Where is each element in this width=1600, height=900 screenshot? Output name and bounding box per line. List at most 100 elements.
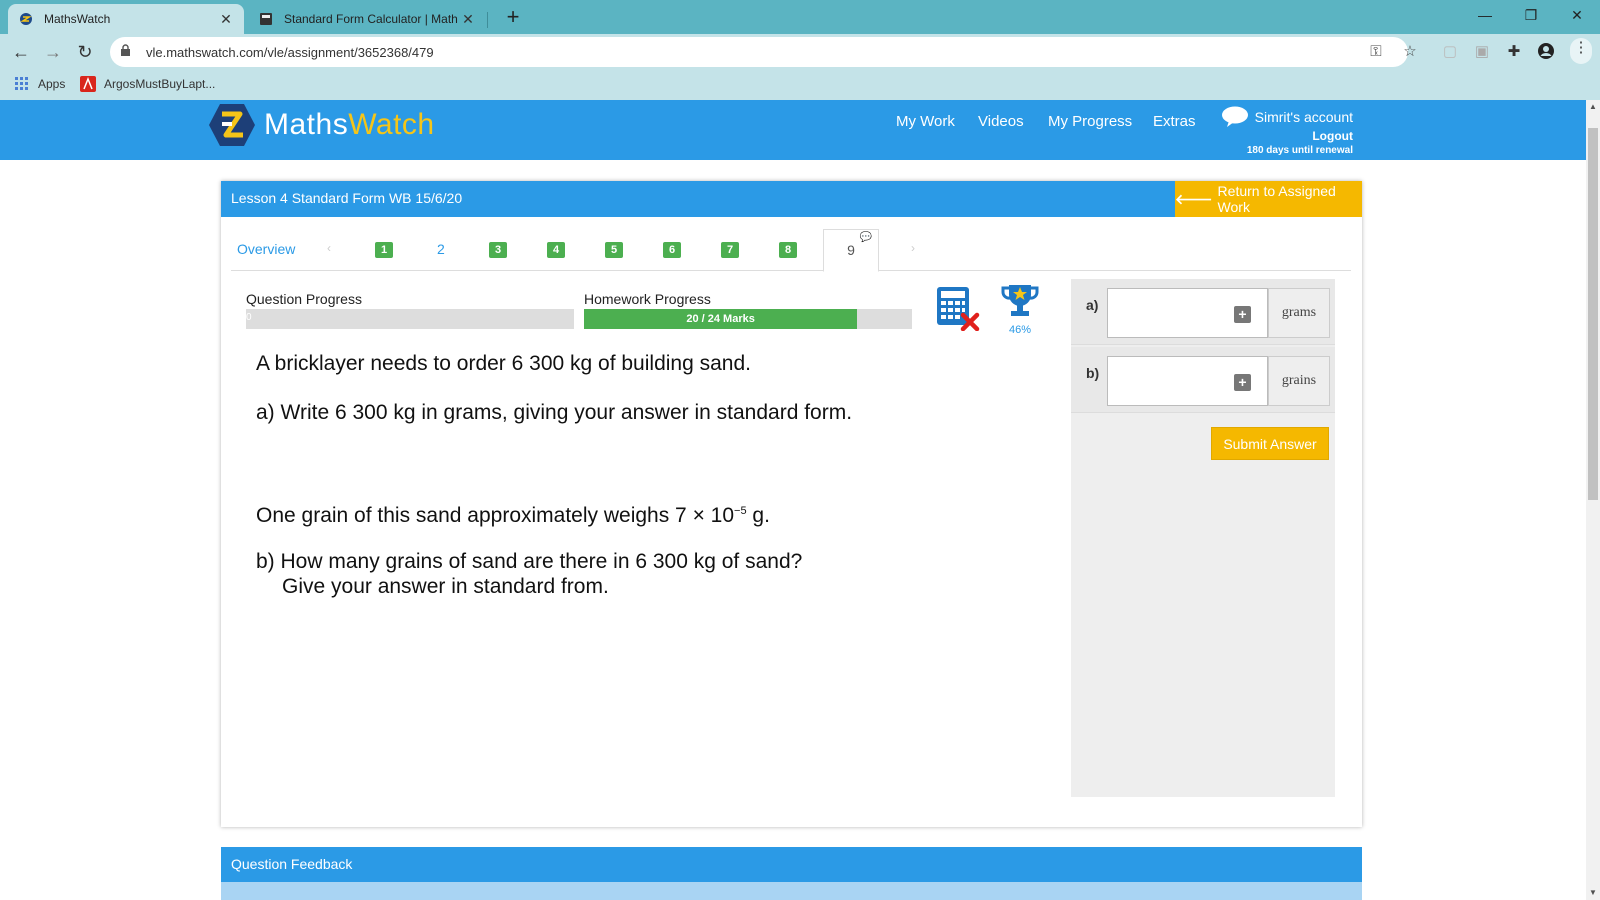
nav-extras[interactable]: Extras bbox=[1153, 113, 1196, 130]
close-window-icon[interactable]: ✕ bbox=[1554, 0, 1600, 30]
answer-panel: a) + grams b) + grains Submit Answer bbox=[1071, 279, 1335, 797]
calculator-favicon-icon bbox=[258, 11, 274, 27]
answer-unit-a: grams bbox=[1268, 288, 1330, 338]
question-tab-label: 9 bbox=[847, 242, 855, 258]
trophy-award: 46% bbox=[999, 283, 1041, 336]
nav-videos[interactable]: Videos bbox=[978, 113, 1024, 130]
forward-icon[interactable]: → bbox=[40, 40, 66, 66]
scroll-up-icon[interactable]: ▲ bbox=[1586, 100, 1600, 114]
question-tab-3[interactable]: 3 bbox=[489, 242, 507, 258]
lesson-title: Lesson 4 Standard Form WB 15/6/20 bbox=[231, 190, 463, 206]
browser-tab-mathswatch[interactable]: MathsWatch ✕ bbox=[8, 4, 244, 34]
back-icon[interactable]: ← bbox=[8, 40, 34, 66]
lock-icon bbox=[120, 44, 136, 60]
bookmark-apps[interactable]: Apps bbox=[14, 76, 65, 92]
logout-link[interactable]: Logout bbox=[1220, 129, 1353, 143]
scrollbar-thumb[interactable] bbox=[1588, 128, 1598, 500]
question-feedback-body bbox=[221, 882, 1362, 900]
close-tab-icon[interactable]: ✕ bbox=[218, 11, 234, 28]
account-name[interactable]: Simrit's account bbox=[1255, 109, 1353, 125]
mathswatch-logo[interactable]: MathsWatch bbox=[208, 102, 435, 148]
extension-icon[interactable]: ▢ bbox=[1440, 42, 1460, 62]
url-text: vle.mathswatch.com/vle/assignment/365236… bbox=[146, 44, 434, 60]
question-tab-9[interactable]: 9 💬 bbox=[823, 229, 879, 272]
question-intro: A bricklayer needs to order 6 300 kg of … bbox=[256, 352, 751, 375]
puzzle-icon[interactable]: ✚ bbox=[1504, 42, 1524, 62]
new-tab-icon[interactable]: + bbox=[500, 5, 526, 31]
grain-weight-text: One grain of this sand approximately wei… bbox=[256, 504, 735, 527]
close-tab-icon[interactable]: ✕ bbox=[460, 11, 476, 28]
exponent: −5 bbox=[734, 505, 747, 517]
question-tab-7[interactable]: 7 bbox=[721, 242, 739, 258]
restore-icon[interactable]: ❐ bbox=[1508, 0, 1554, 30]
menu-icon[interactable]: ⋮ bbox=[1570, 38, 1592, 64]
question-tab-2[interactable]: 2 bbox=[437, 241, 445, 257]
tab-divider bbox=[487, 12, 488, 28]
nav-my-progress[interactable]: My Progress bbox=[1048, 113, 1132, 130]
comment-icon: 💬 bbox=[859, 232, 872, 243]
question-tab-1[interactable]: 1 bbox=[375, 242, 393, 258]
star-icon[interactable]: ☆ bbox=[1400, 42, 1420, 62]
question-part-a: a) Write 6 300 kg in grams, giving your … bbox=[256, 401, 853, 424]
question-progress-bar: 0 bbox=[246, 309, 574, 329]
question-feedback-title: Question Feedback bbox=[231, 856, 353, 872]
minimize-icon[interactable]: — bbox=[1462, 0, 1508, 30]
bookmark-label: ArgosMustBuyLapt... bbox=[104, 77, 216, 91]
return-button-label: Return to Assigned Work bbox=[1217, 183, 1336, 215]
question-tab-6[interactable]: 6 bbox=[663, 242, 681, 258]
site-header: MathsWatch My Work Videos My Progress Ex… bbox=[0, 100, 1586, 160]
answer-input-b[interactable]: + bbox=[1107, 356, 1268, 406]
overview-tab[interactable]: Overview bbox=[237, 241, 295, 257]
submit-answer-button[interactable]: Submit Answer bbox=[1211, 427, 1329, 460]
mathswatch-favicon-icon bbox=[18, 11, 34, 27]
question-progress-label: Question Progress bbox=[246, 291, 362, 307]
reload-icon[interactable]: ↻ bbox=[72, 40, 98, 66]
apps-grid-icon bbox=[14, 76, 30, 92]
mathswatch-logo-icon bbox=[209, 104, 255, 146]
answer-input-a[interactable]: + bbox=[1107, 288, 1268, 338]
question-part-b: b) How many grains of sand are there in … bbox=[256, 550, 803, 573]
tab-title: MathsWatch bbox=[44, 12, 111, 26]
adobe-icon bbox=[80, 76, 96, 92]
question-feedback-header[interactable]: Question Feedback bbox=[221, 847, 1362, 882]
browser-tab-calculator[interactable]: Standard Form Calculator | Math ✕ bbox=[248, 4, 486, 34]
previous-question-icon[interactable]: ‹ bbox=[327, 241, 331, 255]
logo-text-watch: Watch bbox=[348, 108, 435, 141]
bookmarks-bar: Apps ArgosMustBuyLapt... bbox=[0, 70, 1600, 100]
address-bar[interactable]: vle.mathswatch.com/vle/assignment/365236… bbox=[110, 37, 1417, 67]
answer-row-a: a) + grams bbox=[1071, 279, 1335, 345]
extension-icon[interactable]: ▣ bbox=[1472, 42, 1492, 62]
next-question-icon[interactable]: › bbox=[911, 241, 915, 255]
answer-label-b: b) bbox=[1086, 365, 1100, 381]
homework-progress-text: 20 / 24 Marks bbox=[686, 313, 755, 325]
account-menu[interactable]: Simrit's account Logout 180 days until r… bbox=[1220, 106, 1353, 156]
browser-toolbar: ← → ↻ vle.mathswatch.com/vle/assignment/… bbox=[0, 34, 1600, 70]
chat-bubble-icon[interactable] bbox=[1221, 106, 1249, 128]
question-grain-weight: One grain of this sand approximately wei… bbox=[256, 499, 770, 528]
arrow-left-icon: 🡐 bbox=[1175, 190, 1213, 207]
bookmark-label: Apps bbox=[38, 77, 66, 91]
grain-weight-unit: g. bbox=[746, 504, 770, 527]
question-tab-8[interactable]: 8 bbox=[779, 242, 797, 258]
key-icon[interactable]: ⚿ bbox=[1366, 42, 1386, 62]
trophy-percentage: 46% bbox=[1008, 324, 1032, 336]
return-to-assigned-work-button[interactable]: 🡐 Return to Assigned Work bbox=[1175, 181, 1362, 217]
scroll-down-icon[interactable]: ▼ bbox=[1586, 886, 1600, 900]
browser-tab-strip: MathsWatch ✕ Standard Form Calculator | … bbox=[0, 0, 1600, 34]
plus-icon[interactable]: + bbox=[1234, 306, 1251, 323]
renewal-notice: 180 days until renewal bbox=[1246, 145, 1353, 156]
homework-progress-label: Homework Progress bbox=[584, 291, 711, 307]
question-tab-5[interactable]: 5 bbox=[605, 242, 623, 258]
calculator-not-allowed-icon bbox=[935, 285, 981, 332]
homework-progress-bar: 20 / 24 Marks bbox=[584, 309, 912, 329]
logo-text-maths: Maths bbox=[264, 108, 349, 141]
question-tab-4[interactable]: 4 bbox=[547, 242, 565, 258]
question-part-b-instruction: Give your answer in standard from. bbox=[282, 575, 609, 598]
answer-label-a: a) bbox=[1086, 297, 1099, 313]
nav-my-work[interactable]: My Work bbox=[896, 113, 955, 130]
page-scrollbar[interactable]: ▲ ▼ bbox=[1586, 100, 1600, 900]
profile-icon[interactable] bbox=[1536, 42, 1556, 62]
bookmark-argos[interactable]: ArgosMustBuyLapt... bbox=[80, 76, 215, 92]
lesson-header: Lesson 4 Standard Form WB 15/6/20 🡐 Retu… bbox=[221, 181, 1362, 217]
plus-icon[interactable]: + bbox=[1234, 374, 1251, 391]
